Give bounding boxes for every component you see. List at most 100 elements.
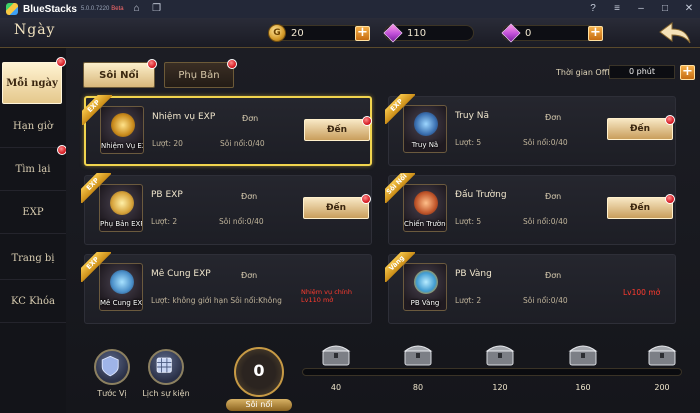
back-arrow-icon[interactable]: [658, 21, 692, 45]
activity-bar: Tước Vị Lịch sự kiện 0 Sôi nổi 40 80 120: [66, 339, 700, 413]
milestone-value: 40: [330, 383, 342, 392]
activity-value: 0: [253, 361, 265, 380]
reward-chest-icon[interactable]: [646, 341, 678, 367]
event-calendar-button[interactable]: [148, 349, 184, 385]
tab-active[interactable]: Sôi Nổi: [83, 62, 155, 88]
quest-activity: Sôi nổi:0/40: [220, 139, 265, 148]
sidebar: Mỗi ngày Hạn giờ Tìm lại EXP Trang bị KC…: [0, 48, 67, 413]
quest-type: Đơn: [241, 271, 258, 280]
tab-dungeon[interactable]: Phụ Bản: [164, 62, 234, 88]
maze-exp-icon: [110, 270, 134, 294]
help-icon[interactable]: ?: [586, 2, 600, 16]
milestone-value: 200: [654, 383, 670, 392]
quest-icon-caption: Truy Nã: [411, 141, 439, 149]
exp-scroll-icon: [111, 113, 135, 137]
menu-icon[interactable]: ≡: [610, 2, 624, 16]
quest-turns: Lượt: 20: [152, 139, 183, 148]
add-gold-button[interactable]: +: [355, 26, 370, 41]
sidebar-item-label: KC Khóa: [11, 296, 55, 307]
bluestacks-titlebar: BlueStacks 5.0.0.7220 Beta ⌂ ❐ ? ≡ – □ ✕: [0, 0, 700, 18]
app-version: 5.0.0.7220 Beta: [80, 6, 124, 12]
reward-chest-icon[interactable]: [484, 341, 516, 367]
tab-label: Sôi Nổi: [99, 69, 139, 81]
milestone-value: 120: [492, 383, 508, 392]
unlock-requirement: Nhiệm vụ chính Lv110 mở: [301, 288, 352, 304]
sidebar-item-daily[interactable]: Mỗi ngày: [2, 62, 62, 104]
multi-instance-icon[interactable]: ❐: [150, 2, 164, 16]
exp-dungeon-icon: [110, 191, 134, 215]
go-button[interactable]: Đến: [304, 119, 370, 141]
gold-coin-icon: G: [268, 24, 286, 42]
notification-dot: [227, 59, 237, 69]
milestone-value: 80: [412, 383, 424, 392]
page-title: Ngày: [14, 22, 56, 38]
reward-chest-icon[interactable]: [402, 341, 434, 367]
reward-chest-icon[interactable]: [567, 341, 599, 367]
close-icon[interactable]: ✕: [682, 2, 696, 16]
quest-name: PB EXP: [151, 190, 183, 200]
quest-type: Đơn: [242, 114, 259, 123]
quest-card[interactable]: Phụ Bản EXP EXP PB EXP Đơn Lượt: 2 Sôi n…: [81, 173, 372, 245]
sidebar-item-equipment[interactable]: Trang bị: [0, 238, 66, 280]
quest-activity: Sôi nổi:0/40: [523, 296, 568, 305]
quest-turns: Lượt: 5: [455, 138, 482, 147]
minimize-icon[interactable]: –: [634, 2, 648, 16]
arena-warrior-icon: [414, 191, 438, 215]
sidebar-item-label: Hạn giờ: [13, 121, 53, 132]
quest-icon-caption: PB Vàng: [410, 299, 440, 307]
quest-turns: Lượt: 5: [455, 217, 482, 226]
quest-ribbon: EXP: [81, 252, 111, 282]
go-button[interactable]: Đến: [303, 197, 369, 219]
gold-currency: 20 G: [268, 23, 368, 43]
sidebar-item-locked-diamond[interactable]: KC Khóa: [0, 281, 66, 323]
quest-type: Đơn: [241, 192, 258, 201]
activity-medal: 0: [234, 347, 284, 397]
quest-name: Nhiệm vụ EXP: [152, 112, 216, 122]
locked-diamond-currency: 110: [383, 23, 474, 43]
quest-type: Đơn: [545, 113, 562, 122]
quest-turns: Lượt: 2: [151, 217, 178, 226]
quest-name: PB Vàng: [455, 269, 492, 279]
go-button[interactable]: Đến: [607, 197, 673, 219]
quest-name: Mê Cung EXP: [151, 269, 211, 279]
wanted-hero-icon: [414, 112, 438, 136]
notification-dot: [147, 59, 157, 69]
gold-dungeon-icon: [414, 270, 438, 294]
unlock-requirement: Lv100 mở: [623, 288, 661, 297]
add-offline-time-button[interactable]: +: [680, 65, 695, 80]
quest-card[interactable]: Nhiệm Vụ EXP EXP Nhiệm vụ EXP Đơn Lượt: …: [82, 95, 372, 166]
rank-shield-icon: [101, 355, 119, 377]
offline-time-value: 0 phút: [609, 65, 675, 79]
sidebar-item-timed[interactable]: Hạn giờ: [0, 106, 66, 148]
rank-button[interactable]: [94, 349, 130, 385]
sidebar-item-exp[interactable]: EXP: [0, 192, 66, 234]
notification-dot: [362, 116, 372, 126]
reward-chest-icon[interactable]: [320, 341, 352, 367]
quest-card[interactable]: Truy Nã EXP Truy Nã Đơn Lượt: 5 Sôi nổi:…: [385, 94, 676, 166]
add-diamond-button[interactable]: +: [588, 26, 603, 41]
activity-progress-bar: [302, 368, 682, 376]
app-name: BlueStacks: [23, 3, 77, 15]
quest-card[interactable]: Mê Cung EXP EXP Mê Cung EXP Đơn Lượt: kh…: [81, 252, 372, 324]
quest-card[interactable]: PB Vàng Vàng PB Vàng Đơn Lượt: 2 Sôi nổi…: [385, 252, 676, 324]
quest-activity: Sôi nổi:0/40: [523, 217, 568, 226]
quest-ribbon: Sôi Nổi: [385, 173, 415, 203]
quest-icon-caption: Phụ Bản EXP: [100, 220, 143, 228]
milestone-value: 160: [575, 383, 591, 392]
quest-name: Truy Nã: [455, 111, 490, 121]
sidebar-item-retrieve[interactable]: Tìm lại: [0, 149, 66, 191]
quest-turns: Lượt: 2: [455, 296, 482, 305]
maximize-icon[interactable]: □: [658, 2, 672, 16]
quest-card[interactable]: Chiến Trường Sôi Nổi Đấu Trường Đơn Lượt…: [385, 173, 676, 245]
quest-activity: Sôi nổi:0/40: [219, 217, 264, 226]
game-header: Ngày 20 G + 110 0 +: [0, 18, 700, 48]
go-button[interactable]: Đến: [607, 118, 673, 140]
sidebar-item-label: Mỗi ngày: [6, 77, 58, 89]
tab-label: Phụ Bản: [178, 69, 220, 81]
calendar-icon: [156, 357, 172, 373]
quest-ribbon: EXP: [81, 173, 111, 203]
notification-dot: [56, 57, 66, 67]
home-icon[interactable]: ⌂: [130, 2, 144, 16]
event-calendar-label: Lịch sự kiện: [142, 389, 190, 398]
notification-dot: [665, 194, 675, 204]
